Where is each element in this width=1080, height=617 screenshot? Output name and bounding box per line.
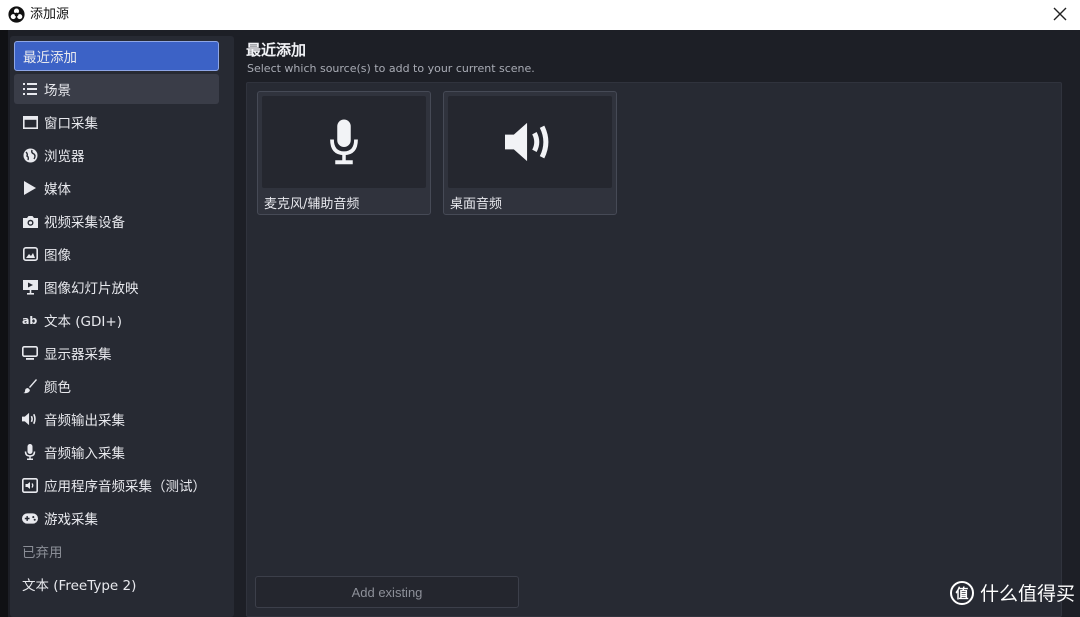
sidebar-section-deprecated: 已弃用 xyxy=(14,536,219,566)
sidebar-item-window-capture[interactable]: 窗口采集 xyxy=(14,107,219,137)
image-icon xyxy=(22,246,38,262)
sidebar-item-scene[interactable]: 场景 xyxy=(14,74,219,104)
globe-icon xyxy=(22,147,38,163)
sidebar-item-label: 文本 (GDI+) xyxy=(44,314,122,330)
svg-text:值: 值 xyxy=(955,586,968,602)
sidebar-item-label: 文本 (FreeType 2) xyxy=(22,578,137,594)
sidebar-item-label: 图像 xyxy=(44,248,71,264)
source-type-list: 最近添加 场景 窗口采集 浏览器 媒体 视频采集设备 图像 图像幻灯片放映 ab… xyxy=(10,36,234,617)
app-audio-icon xyxy=(22,477,38,493)
window-icon xyxy=(22,114,38,130)
sidebar-item-label: 已弃用 xyxy=(22,545,63,561)
obs-logo-icon xyxy=(8,6,25,23)
card-thumbnail xyxy=(448,96,612,188)
slideshow-icon xyxy=(22,279,38,295)
title-bar: 添加源 xyxy=(0,0,1080,30)
sidebar-item-browser[interactable]: 浏览器 xyxy=(14,140,219,170)
play-icon xyxy=(22,180,38,196)
sidebar-item-label: 显示器采集 xyxy=(44,347,112,363)
sidebar-item-label: 应用程序音频采集（测试） xyxy=(44,479,206,495)
sidebar-item-image[interactable]: 图像 xyxy=(14,239,219,269)
microphone-icon xyxy=(330,119,358,165)
sidebar-item-label: 图像幻灯片放映 xyxy=(44,281,139,297)
add-existing-button[interactable]: Add existing xyxy=(255,576,519,608)
sidebar-item-label: 媒体 xyxy=(44,182,71,198)
window-edge xyxy=(0,30,8,617)
card-thumbnail xyxy=(262,96,426,188)
window-title: 添加源 xyxy=(30,7,70,22)
sidebar-item-color[interactable]: 颜色 xyxy=(14,371,219,401)
svg-text:ab: ab xyxy=(22,314,37,326)
sidebar-item-media[interactable]: 媒体 xyxy=(14,173,219,203)
sidebar-item-label: 颜色 xyxy=(44,380,71,396)
sidebar-item-label: 音频输出采集 xyxy=(44,413,125,429)
camera-icon xyxy=(22,213,38,229)
list-icon xyxy=(22,81,38,97)
source-card-mic[interactable]: 麦克风/辅助音频 xyxy=(257,91,431,215)
sidebar-item-app-audio[interactable]: 应用程序音频采集（测试） xyxy=(14,470,219,500)
sidebar-item-slideshow[interactable]: 图像幻灯片放映 xyxy=(14,272,219,302)
sidebar-item-label: 游戏采集 xyxy=(44,512,98,528)
close-icon[interactable] xyxy=(1050,4,1070,24)
sidebar-item-recent[interactable]: 最近添加 xyxy=(14,41,219,71)
brush-icon xyxy=(22,378,38,394)
watermark: 值 什么值得买 xyxy=(950,579,1075,606)
card-label: 桌面音频 xyxy=(450,197,503,212)
sidebar-item-label: 窗口采集 xyxy=(44,116,98,132)
sidebar-item-label: 场景 xyxy=(44,83,71,99)
microphone-icon xyxy=(22,444,38,460)
watermark-text: 什么值得买 xyxy=(980,583,1076,605)
speaker-icon xyxy=(505,122,549,162)
text-ab-icon: ab xyxy=(22,312,38,328)
page-subtitle: Select which source(s) to add to your cu… xyxy=(247,62,535,75)
zhi-logo-icon: 值 xyxy=(950,580,974,605)
gamepad-icon xyxy=(22,510,38,526)
sidebar-item-game-capture[interactable]: 游戏采集 xyxy=(14,503,219,533)
speaker-icon xyxy=(22,411,38,427)
sidebar-item-video-capture[interactable]: 视频采集设备 xyxy=(14,206,219,236)
sidebar-item-text-gdi[interactable]: ab 文本 (GDI+) xyxy=(14,305,219,335)
sidebar-item-label: 最近添加 xyxy=(23,50,77,66)
sidebar-item-label: 音频输入采集 xyxy=(44,446,125,462)
sidebar-item-label: 浏览器 xyxy=(44,149,85,165)
page-title: 最近添加 xyxy=(246,41,307,59)
sidebar-item-audio-input[interactable]: 音频输入采集 xyxy=(14,437,219,467)
sidebar-item-text-freetype[interactable]: 文本 (FreeType 2) xyxy=(14,569,219,599)
sidebar-item-label: 视频采集设备 xyxy=(44,215,125,231)
sidebar-item-audio-output[interactable]: 音频输出采集 xyxy=(14,404,219,434)
card-label: 麦克风/辅助音频 xyxy=(264,197,360,212)
monitor-icon xyxy=(22,345,38,361)
sidebar-item-display-capture[interactable]: 显示器采集 xyxy=(14,338,219,368)
source-card-desktop-audio[interactable]: 桌面音频 xyxy=(443,91,617,215)
